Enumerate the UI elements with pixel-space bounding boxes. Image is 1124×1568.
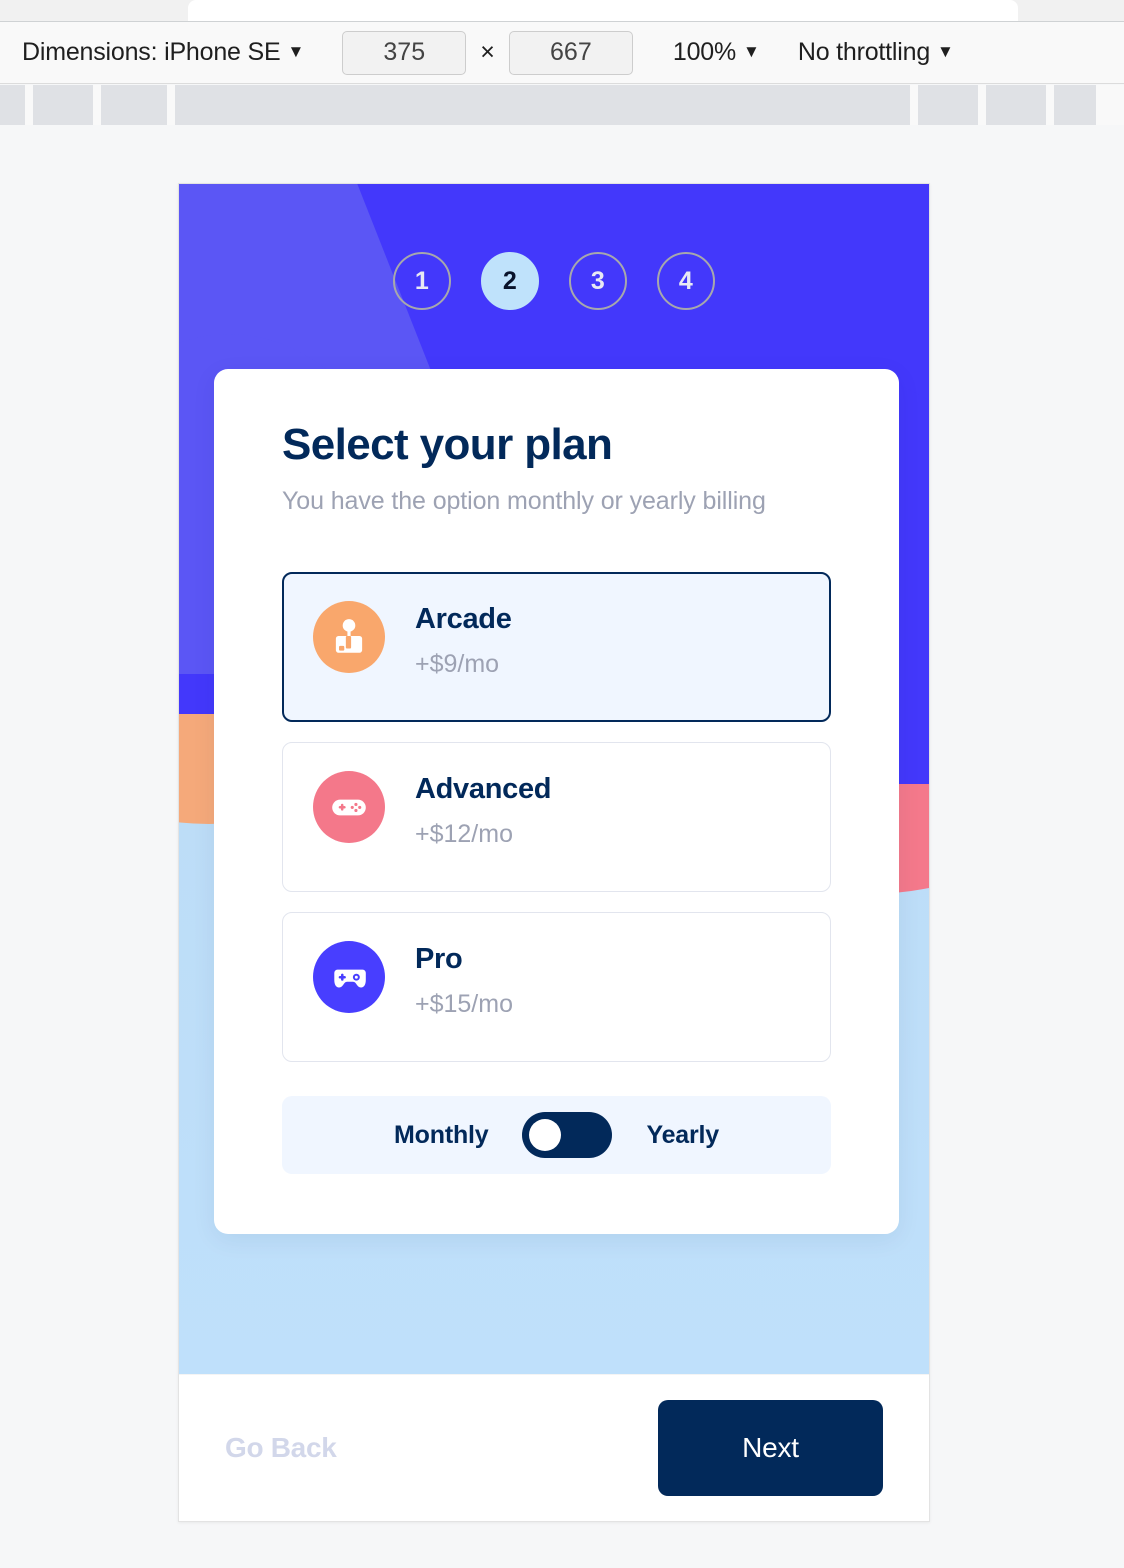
device-viewport: 1 2 3 4 Select your plan You have the op… bbox=[178, 183, 930, 1522]
plan-option-list: Arcade +$9/mo Advanced +$12/mo Pro +$15/… bbox=[282, 572, 831, 1063]
plan-name: Advanced bbox=[415, 773, 552, 806]
devtools-active-tab[interactable] bbox=[188, 0, 1018, 21]
devtools-tab-strip bbox=[0, 0, 1124, 22]
step-indicator-2[interactable]: 2 bbox=[481, 252, 539, 310]
chevron-down-icon: ▼ bbox=[937, 41, 954, 61]
chevron-down-icon: ▼ bbox=[287, 41, 305, 61]
placeholder-segment bbox=[0, 85, 25, 125]
step-indicator: 1 2 3 4 bbox=[179, 252, 929, 310]
plan-price: +$15/mo bbox=[415, 990, 513, 1019]
billing-frequency-toggle: Monthly Yearly bbox=[282, 1096, 831, 1175]
select-plan-card: Select your plan You have the option mon… bbox=[214, 369, 899, 1235]
footer-navigation: Go Back Next bbox=[179, 1374, 929, 1521]
dimensions-label: Dimensions: iPhone SE bbox=[22, 38, 281, 66]
chevron-down-icon: ▼ bbox=[743, 41, 760, 61]
zoom-label: 100% bbox=[672, 38, 737, 66]
plan-name: Arcade bbox=[415, 603, 512, 636]
plan-text-block: Advanced +$12/mo bbox=[415, 771, 552, 849]
plan-option-pro[interactable]: Pro +$15/mo bbox=[282, 912, 831, 1063]
placeholder-segment bbox=[1054, 85, 1096, 125]
placeholder-segment bbox=[175, 85, 910, 125]
page-title: Select your plan bbox=[282, 420, 613, 469]
throttling-label: No throttling bbox=[797, 38, 931, 66]
throttling-dropdown[interactable]: No throttling ▼ bbox=[798, 38, 954, 67]
page-subtitle: You have the option monthly or yearly bi… bbox=[282, 487, 766, 516]
toolbar-placeholder-bar bbox=[0, 85, 1124, 125]
plan-price: +$9/mo bbox=[415, 650, 500, 679]
placeholder-segment bbox=[986, 85, 1046, 125]
zoom-dropdown[interactable]: 100% ▼ bbox=[673, 38, 760, 67]
plan-text-block: Arcade +$9/mo bbox=[415, 601, 512, 679]
step-indicator-3[interactable]: 3 bbox=[569, 252, 627, 310]
viewport-width-input[interactable] bbox=[342, 30, 467, 75]
billing-toggle-switch[interactable] bbox=[522, 1112, 613, 1159]
controller-icon bbox=[313, 941, 385, 1014]
plan-option-arcade[interactable]: Arcade +$9/mo bbox=[282, 572, 831, 723]
plan-price: +$12/mo bbox=[415, 820, 513, 849]
plan-name: Pro bbox=[415, 943, 463, 976]
placeholder-segment bbox=[918, 85, 978, 125]
go-back-button[interactable]: Go Back bbox=[225, 1432, 337, 1464]
toggle-knob bbox=[529, 1119, 562, 1152]
billing-monthly-label[interactable]: Monthly bbox=[394, 1121, 489, 1150]
device-emulation-toolbar: Dimensions: iPhone SE ▼ × 100% ▼ No thro… bbox=[0, 22, 1124, 84]
step-indicator-4[interactable]: 4 bbox=[657, 252, 715, 310]
viewport-height-input[interactable] bbox=[508, 30, 633, 75]
gamepad-icon bbox=[313, 771, 385, 844]
step-indicator-1[interactable]: 1 bbox=[393, 252, 451, 310]
plan-option-advanced[interactable]: Advanced +$12/mo bbox=[282, 742, 831, 893]
billing-yearly-label[interactable]: Yearly bbox=[646, 1121, 719, 1150]
placeholder-segment bbox=[101, 85, 167, 125]
plan-text-block: Pro +$15/mo bbox=[415, 941, 513, 1019]
placeholder-segment bbox=[33, 85, 93, 125]
arcade-joystick-icon bbox=[313, 601, 385, 674]
next-button[interactable]: Next bbox=[658, 1400, 883, 1496]
dimension-separator: × bbox=[480, 38, 495, 66]
dimensions-dropdown[interactable]: Dimensions: iPhone SE ▼ bbox=[22, 38, 304, 67]
